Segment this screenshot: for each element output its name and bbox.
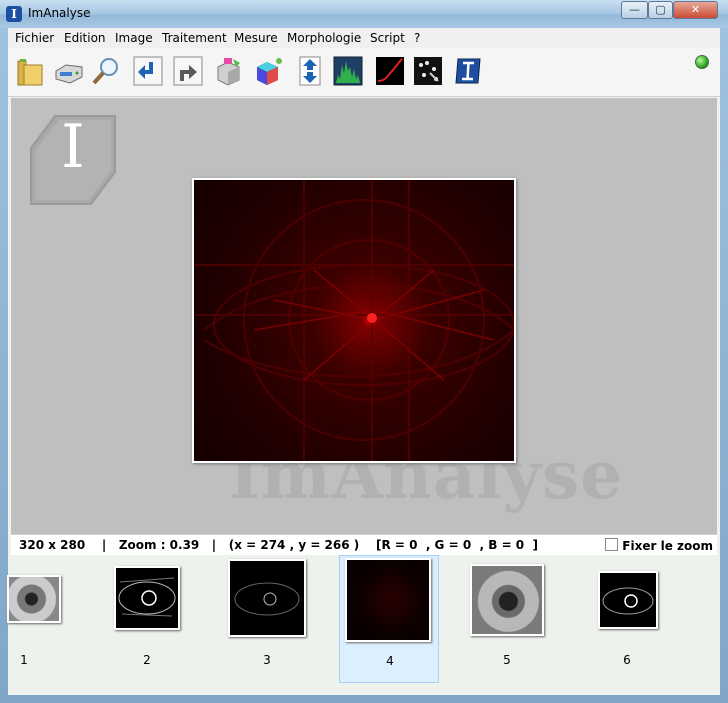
menu-image[interactable]: Image: [115, 31, 153, 45]
zoom-magnifier-icon[interactable]: [90, 55, 122, 87]
menu-script[interactable]: Script: [370, 31, 405, 45]
thumbnail-number: 4: [386, 654, 394, 668]
menu-bar: Fichier Edition Image Traitement Mesure …: [8, 28, 720, 48]
undo-arrow-icon[interactable]: [132, 55, 164, 87]
curve-graph-icon[interactable]: [374, 55, 406, 87]
thumbnail-5[interactable]: 5: [457, 555, 557, 683]
open-folder-icon[interactable]: [14, 55, 46, 87]
rgb-cube-icon[interactable]: [252, 55, 284, 87]
thumbnail-number: 1: [20, 653, 28, 667]
close-button[interactable]: ✕: [673, 1, 718, 19]
thumbnail-image: [598, 571, 658, 629]
toolbar: [8, 48, 720, 97]
minimize-button[interactable]: —: [621, 1, 648, 19]
thumbnail-2[interactable]: 2: [97, 555, 197, 683]
maximize-button[interactable]: ▢: [648, 1, 673, 19]
application-window: I ImAnalyse — ▢ ✕ Fichier Edition Image …: [0, 0, 728, 703]
thumbnail-number: 6: [623, 653, 631, 667]
title-bar[interactable]: I ImAnalyse — ▢ ✕: [0, 0, 728, 28]
save-disk-icon[interactable]: [52, 55, 84, 87]
menu-fichier[interactable]: Fichier: [15, 31, 54, 45]
color-cube-icon[interactable]: [212, 55, 244, 87]
status-bar: 320 x 280 | Zoom : 0.39 | (x = 274 , y =…: [11, 534, 717, 555]
status-info: 320 x 280 | Zoom : 0.39 | (x = 274 , y =…: [19, 538, 538, 552]
thumbnail-6[interactable]: 6: [577, 555, 677, 683]
thumbnail-image: [228, 559, 306, 637]
thumbnail-number: 3: [263, 653, 271, 667]
thumbnail-strip: 1 2 3 4 5 6: [7, 555, 720, 695]
window-title: ImAnalyse: [28, 6, 91, 20]
scatter-points-icon[interactable]: [412, 55, 444, 87]
client-area: Fichier Edition Image Traitement Mesure …: [7, 28, 720, 695]
status-indicator: [695, 55, 709, 69]
main-image[interactable]: [194, 180, 514, 461]
thumbnail-number: 5: [503, 653, 511, 667]
menu-help[interactable]: ?: [414, 31, 420, 45]
thumbnail-3[interactable]: 3: [217, 555, 317, 683]
fix-zoom-checkbox[interactable]: Fixer le zoom: [605, 538, 713, 553]
image-workspace[interactable]: I ImAnalyse: [11, 98, 717, 534]
thumbnail-1[interactable]: 1: [0, 555, 74, 683]
fix-zoom-label: Fixer le zoom: [622, 539, 713, 553]
menu-edition[interactable]: Edition: [64, 31, 106, 45]
thumbnail-image: [345, 558, 431, 642]
thumbnail-image: [7, 575, 61, 623]
redo-arrow-icon[interactable]: [172, 55, 204, 87]
thumbnail-4[interactable]: 4: [339, 555, 439, 683]
thumbnail-number: 2: [143, 653, 151, 667]
up-down-arrows-icon[interactable]: [294, 55, 326, 87]
imanalyse-logo-icon[interactable]: [452, 55, 484, 87]
app-icon: I: [6, 6, 22, 22]
app-logo: I: [25, 112, 121, 208]
main-image-frame[interactable]: [192, 178, 516, 463]
thumbnail-image: [114, 566, 180, 630]
menu-traitement[interactable]: Traitement: [162, 31, 227, 45]
fix-zoom-checkbox-box[interactable]: [605, 538, 619, 551]
thumbnail-image: [470, 564, 544, 636]
menu-mesure[interactable]: Mesure: [234, 31, 278, 45]
logo-badge-glyph: I: [61, 112, 85, 182]
menu-morphologie[interactable]: Morphologie: [287, 31, 361, 45]
histogram-icon[interactable]: [332, 55, 364, 87]
